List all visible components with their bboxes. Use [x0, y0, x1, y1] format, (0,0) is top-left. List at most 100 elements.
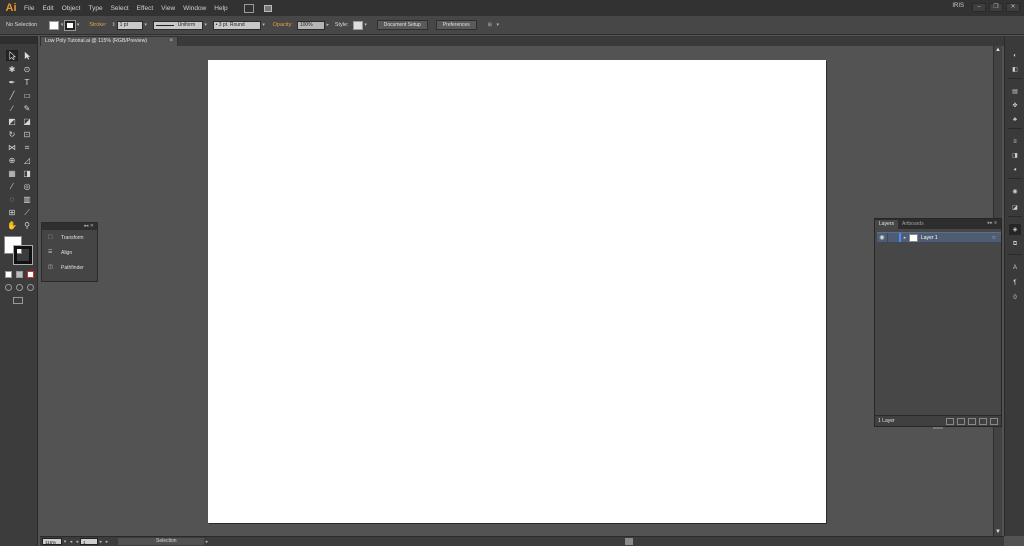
panel-header[interactable]: ◂◂ ✕ — [42, 223, 97, 230]
width-tool-icon[interactable]: ⋈ — [6, 142, 18, 153]
arrange-documents-icon[interactable] — [263, 4, 278, 13]
fill-color-swatch[interactable] — [49, 20, 60, 30]
pencil-tool-icon[interactable]: ✎ — [21, 103, 33, 114]
artboard[interactable] — [208, 60, 826, 523]
menu-object[interactable]: Object — [62, 5, 81, 12]
magic-wand-tool-icon[interactable]: ✱ — [6, 64, 18, 75]
restore-button[interactable]: ❐ — [989, 3, 1003, 12]
tools-panel-header[interactable] — [0, 36, 37, 44]
mesh-tool-icon[interactable]: ▦ — [6, 168, 18, 179]
free-transform-tool-icon[interactable]: ⌗ — [21, 142, 33, 153]
zoom-tool-icon[interactable]: ⚲ — [21, 220, 33, 231]
stroke-panel-icon[interactable]: ≡ — [1009, 136, 1021, 147]
transparency-icon[interactable]: ◕ — [1009, 164, 1021, 175]
symbol-sprayer-tool-icon[interactable]: ◌ — [6, 194, 18, 205]
panel-item-pathfinder[interactable]: ◫ Pathfinder — [42, 260, 97, 275]
menu-select[interactable]: Select — [111, 5, 129, 12]
close-icon[interactable]: × — [169, 37, 173, 46]
clipping-mask-icon[interactable] — [957, 417, 965, 425]
direct-selection-tool-icon[interactable] — [21, 50, 33, 61]
resize-grip[interactable] — [933, 427, 943, 429]
pen-tool-icon[interactable]: ✒ — [6, 77, 18, 88]
slice-tool-icon[interactable]: ⟋ — [21, 207, 33, 218]
column-graph-tool-icon[interactable]: ▥ — [21, 194, 33, 205]
artboard-number-field[interactable]: 1 — [80, 538, 98, 545]
workspace-switcher[interactable]: IRIS — [952, 3, 964, 9]
stroke-color-swatch[interactable] — [64, 19, 77, 31]
artboard-tool-icon[interactable]: ⊞ — [6, 207, 18, 218]
panel-item-align[interactable]: ☰ Align — [42, 245, 97, 260]
chevron-right-icon[interactable]: ▸ — [204, 539, 210, 545]
eyedropper-tool-icon[interactable]: ⁄ — [6, 181, 18, 192]
shape-builder-tool-icon[interactable]: ⊕ — [6, 155, 18, 166]
menu-help[interactable]: Help — [214, 5, 227, 12]
layer-name[interactable]: Layer 1 — [921, 235, 992, 241]
chevron-down-icon[interactable]: ▾ — [261, 21, 267, 30]
tab-layers[interactable]: Layers — [875, 220, 899, 229]
menu-file[interactable]: File — [24, 5, 34, 12]
menu-effect[interactable]: Effect — [137, 5, 154, 12]
panel-menu-icon[interactable]: ▸▸ ≡ — [988, 220, 997, 226]
character-icon[interactable]: A — [1009, 262, 1021, 273]
target-icon[interactable]: ○ — [992, 235, 1001, 241]
tab-artboards[interactable]: Artboards — [898, 220, 928, 229]
stroke-weight-field[interactable]: 1 pt — [116, 20, 143, 30]
rotate-tool-icon[interactable]: ↻ — [6, 129, 18, 140]
visibility-eye-icon[interactable]: ◉ — [877, 233, 887, 242]
document-setup-button[interactable]: Document Setup — [376, 20, 428, 30]
blend-tool-icon[interactable]: ◎ — [21, 181, 33, 192]
draw-normal-icon[interactable] — [5, 284, 12, 291]
menu-view[interactable]: View — [161, 5, 175, 12]
blob-brush-tool-icon[interactable]: ◩ — [6, 116, 18, 127]
color-panel-icon[interactable]: ◐ — [1009, 50, 1021, 61]
scale-tool-icon[interactable]: ⊡ — [21, 129, 33, 140]
zoom-field[interactable]: 115% — [42, 538, 62, 545]
opacity-label[interactable]: Opacity: — [273, 22, 293, 28]
gradient-tool-icon[interactable]: ◨ — [21, 168, 33, 179]
line-tool-icon[interactable]: ╱ — [6, 90, 18, 101]
panel-item-transform[interactable]: ⬚ Transform — [42, 230, 97, 245]
draw-behind-icon[interactable] — [16, 284, 23, 291]
chevron-down-icon[interactable]: ▾ — [495, 21, 501, 30]
stroke-swatch[interactable] — [13, 245, 33, 265]
brushes-icon[interactable]: ✤ — [1009, 100, 1021, 111]
selection-tool-icon[interactable] — [6, 50, 18, 61]
chevron-down-icon[interactable]: ▾ — [75, 21, 81, 30]
perspective-grid-tool-icon[interactable]: ◿ — [21, 155, 33, 166]
color-guide-icon[interactable]: ◧ — [1009, 64, 1021, 75]
paragraph-icon[interactable]: ¶ — [1009, 277, 1021, 288]
locate-object-icon[interactable] — [946, 417, 954, 425]
scroll-up-icon[interactable]: ▲ — [995, 47, 1001, 53]
last-artboard-icon[interactable]: ▸ — [104, 539, 110, 545]
chevron-down-icon[interactable]: ▾ — [363, 21, 369, 30]
layer-row[interactable]: ◉ ▸ Layer 1 ○ — [877, 232, 1001, 243]
new-sublayer-icon[interactable] — [968, 417, 976, 425]
expand-triangle-icon[interactable]: ▸ — [901, 235, 909, 241]
menu-edit[interactable]: Edit — [42, 5, 53, 12]
stroke-profile-select[interactable]: Uniform — [152, 20, 203, 30]
lasso-tool-icon[interactable]: ⊙ — [21, 64, 33, 75]
align-options-icon[interactable]: ⊞ — [485, 21, 495, 30]
rectangle-tool-icon[interactable]: ▭ — [21, 90, 33, 101]
delete-layer-icon[interactable] — [990, 417, 998, 425]
paintbrush-tool-icon[interactable]: ∕ — [6, 103, 18, 114]
current-tool-status[interactable]: Selection — [118, 538, 204, 545]
layers-panel-icon[interactable]: ◈ — [1009, 224, 1021, 235]
chevron-down-icon[interactable]: ▾ — [203, 21, 209, 30]
preferences-button[interactable]: Preferences — [435, 20, 477, 30]
symbols-icon[interactable]: ♣ — [1009, 114, 1021, 125]
collapse-icon[interactable]: ◂◂ ✕ — [83, 223, 94, 229]
chevron-right-icon[interactable]: ▸ — [325, 21, 331, 30]
menu-window[interactable]: Window — [183, 5, 206, 12]
graphic-styles-icon[interactable]: ◪ — [1009, 202, 1021, 213]
brush-select[interactable]: • 3 pt. Round — [212, 20, 261, 30]
graphic-style-swatch[interactable] — [352, 20, 363, 30]
horizontal-scroll-thumb[interactable] — [625, 538, 633, 545]
artboards-panel-icon[interactable]: ⧉ — [1009, 239, 1021, 250]
bridge-icon[interactable] — [243, 3, 254, 13]
opacity-field[interactable]: 100% — [296, 20, 325, 30]
hand-tool-icon[interactable]: ✋ — [6, 220, 18, 231]
document-tab[interactable]: Low Poly Tutorial.ai @ 115% (RGB/Preview… — [40, 36, 178, 46]
new-layer-icon[interactable] — [979, 417, 987, 425]
menu-type[interactable]: Type — [88, 5, 102, 12]
